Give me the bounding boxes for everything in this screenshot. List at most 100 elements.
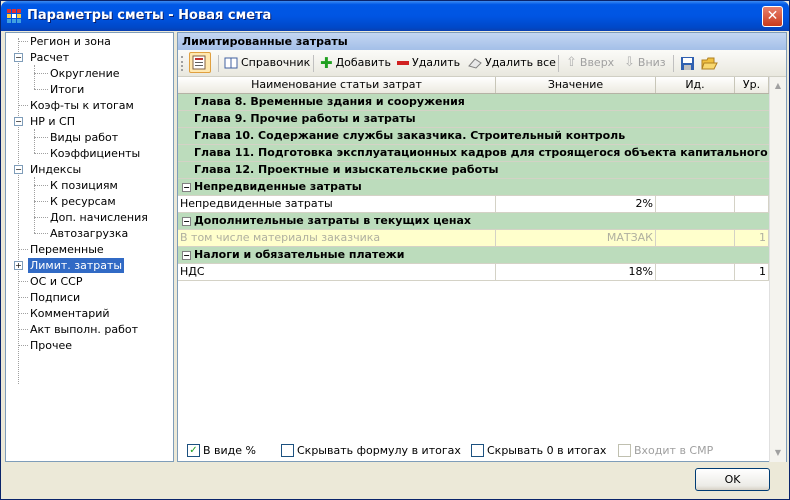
nav-item-other[interactable]: Прочее xyxy=(28,338,74,353)
collapse-group-icon[interactable]: − xyxy=(182,216,191,226)
nav-item-rounding[interactable]: Округление xyxy=(48,66,121,81)
scroll-up-icon[interactable]: ▲ xyxy=(771,78,785,93)
eraser-icon xyxy=(468,58,482,69)
nav-item-signatures[interactable]: Подписи xyxy=(28,290,82,305)
collapse-group-icon[interactable]: − xyxy=(182,182,191,192)
add-button[interactable]: ✚ Добавить xyxy=(320,54,391,72)
nav-item-extra-charges[interactable]: Доп. начисления xyxy=(48,210,150,225)
in-smr-checkbox[interactable]: Входит в СМР xyxy=(618,441,713,461)
toolbar: Справочник ✚ Добавить Удалить Удалить все… xyxy=(178,50,786,77)
move-up-button[interactable]: ⇧ Вверх xyxy=(566,54,614,72)
table-row[interactable]: НДС 18% 1 xyxy=(178,264,769,281)
vertical-scrollbar[interactable]: ▲ ▼ xyxy=(769,77,786,462)
row-value[interactable]: 18% xyxy=(496,264,656,280)
nav-item-autoload[interactable]: Автозагрузка xyxy=(48,226,130,241)
group-row[interactable]: − Налоги и обязательные платежи xyxy=(178,247,769,264)
settings-tree[interactable]: − − − + Регион и зона Расчет Округление … xyxy=(5,32,174,462)
table-row[interactable]: Непредвиденные затраты 2% xyxy=(178,196,769,213)
row-name: Глава 12. Проектные и изыскательские раб… xyxy=(194,163,499,176)
costs-table[interactable]: Наименование статьи затрат Значение Ид. … xyxy=(178,77,769,463)
percent-checkbox[interactable]: ✓ В виде % xyxy=(187,441,256,461)
header-name[interactable]: Наименование статьи затрат xyxy=(178,77,496,93)
row-name: Глава 11. Подготовка эксплуатационных ка… xyxy=(194,146,768,159)
nav-item-region[interactable]: Регион и зона xyxy=(28,34,113,49)
group-name: Непредвиденные затраты xyxy=(194,180,362,193)
delete-button[interactable]: Удалить xyxy=(397,54,460,72)
row-level[interactable]: 1 xyxy=(735,230,769,246)
group-row[interactable]: − Непредвиденные затраты xyxy=(178,179,769,196)
row-value[interactable]: 2% xyxy=(496,196,656,212)
table-row[interactable]: В том числе материалы заказчика МАТЗАК 1 xyxy=(178,230,769,247)
move-down-button[interactable]: ⇩ Вниз xyxy=(624,54,666,72)
collapse-group-icon[interactable]: − xyxy=(182,250,191,260)
group-name: Налоги и обязательные платежи xyxy=(194,248,405,261)
collapse-icon[interactable]: − xyxy=(14,53,23,62)
collapse-icon[interactable]: − xyxy=(14,165,23,174)
floppy-icon xyxy=(681,56,694,70)
arrow-up-icon: ⇧ xyxy=(566,55,577,70)
nav-item-comment[interactable]: Комментарий xyxy=(28,306,112,321)
close-button[interactable]: ✕ xyxy=(762,6,783,27)
app-grid-icon xyxy=(7,9,21,23)
title-bar[interactable]: Параметры сметы - Новая смета ✕ xyxy=(1,1,789,31)
nav-item-to-resources[interactable]: К ресурсам xyxy=(48,194,118,209)
row-name[interactable]: В том числе материалы заказчика xyxy=(178,230,496,246)
ok-button[interactable]: OK xyxy=(695,468,770,491)
group-row[interactable]: − Дополнительные затраты в текущих ценах xyxy=(178,213,769,230)
scroll-down-icon[interactable]: ▼ xyxy=(771,445,785,460)
nav-item-calc[interactable]: Расчет xyxy=(28,50,71,65)
row-name: Глава 10. Содержание службы заказчика. С… xyxy=(194,129,626,142)
expand-icon[interactable]: + xyxy=(14,261,23,270)
table-row[interactable]: Глава 10. Содержание службы заказчика. С… xyxy=(178,128,769,145)
checkbox-icon[interactable] xyxy=(471,443,484,457)
arrow-down-icon: ⇩ xyxy=(624,55,635,70)
row-id[interactable] xyxy=(656,196,735,212)
nav-item-os-ssr[interactable]: ОС и ССР xyxy=(28,274,84,289)
row-level[interactable]: 1 xyxy=(735,264,769,280)
row-value[interactable]: МАТЗАК xyxy=(496,230,656,246)
plus-icon: ✚ xyxy=(320,54,333,72)
minus-icon xyxy=(397,61,409,65)
form-icon xyxy=(192,55,206,70)
limited-costs-panel: Лимитированные затраты Справочник ✚ Добав… xyxy=(177,32,787,462)
nav-item-indexes[interactable]: Индексы xyxy=(28,162,83,177)
nav-item-totals[interactable]: Итоги xyxy=(48,82,86,97)
row-id[interactable] xyxy=(656,264,735,280)
view-toggle-button[interactable] xyxy=(189,52,211,73)
nav-item-work-act[interactable]: Акт выполн. работ xyxy=(28,322,140,337)
save-button[interactable] xyxy=(680,54,695,72)
tree-line xyxy=(18,38,19,384)
header-value[interactable]: Значение xyxy=(496,77,656,93)
nav-item-work-types[interactable]: Виды работ xyxy=(48,130,120,145)
table-row[interactable]: Глава 11. Подготовка эксплуатационных ка… xyxy=(178,145,769,162)
book-icon xyxy=(224,57,238,69)
nav-item-limited-costs[interactable]: Лимит. затраты xyxy=(28,258,125,273)
row-name[interactable]: НДС xyxy=(178,264,496,280)
nav-item-variables[interactable]: Переменные xyxy=(28,242,106,257)
group-name: Дополнительные затраты в текущих ценах xyxy=(194,214,471,227)
nav-item-coefficients[interactable]: Коэффициенты xyxy=(48,146,142,161)
nav-item-to-positions[interactable]: К позициям xyxy=(48,178,120,193)
toolbar-grip[interactable] xyxy=(181,56,185,71)
open-button[interactable] xyxy=(701,54,718,72)
table-row[interactable]: Глава 12. Проектные и изыскательские раб… xyxy=(178,162,769,179)
table-row[interactable]: Глава 8. Временные здания и сооружения xyxy=(178,94,769,111)
table-row[interactable]: Глава 9. Прочие работы и затраты xyxy=(178,111,769,128)
hide-zero-checkbox[interactable]: Скрывать 0 в итогах xyxy=(471,441,606,461)
nav-item-total-coefs[interactable]: Коэф-ты к итогам xyxy=(28,98,136,113)
checkbox-icon[interactable] xyxy=(281,443,294,457)
window-title: Параметры сметы - Новая смета xyxy=(27,8,272,23)
checkbox-disabled-icon[interactable] xyxy=(618,443,631,457)
row-level[interactable] xyxy=(735,196,769,212)
table-header: Наименование статьи затрат Значение Ид. … xyxy=(178,77,769,94)
reference-button[interactable]: Справочник xyxy=(224,54,310,72)
checkbox-checked-icon[interactable]: ✓ xyxy=(187,443,200,457)
row-id[interactable] xyxy=(656,230,735,246)
nav-item-nr-sp[interactable]: НР и СП xyxy=(28,114,77,129)
header-level[interactable]: Ур. xyxy=(735,77,769,93)
hide-formula-checkbox[interactable]: Скрывать формулу в итогах xyxy=(281,441,461,461)
delete-all-button[interactable]: Удалить все xyxy=(468,54,556,72)
row-name[interactable]: Непредвиденные затраты xyxy=(178,196,496,212)
header-id[interactable]: Ид. xyxy=(656,77,735,93)
collapse-icon[interactable]: − xyxy=(14,117,23,126)
